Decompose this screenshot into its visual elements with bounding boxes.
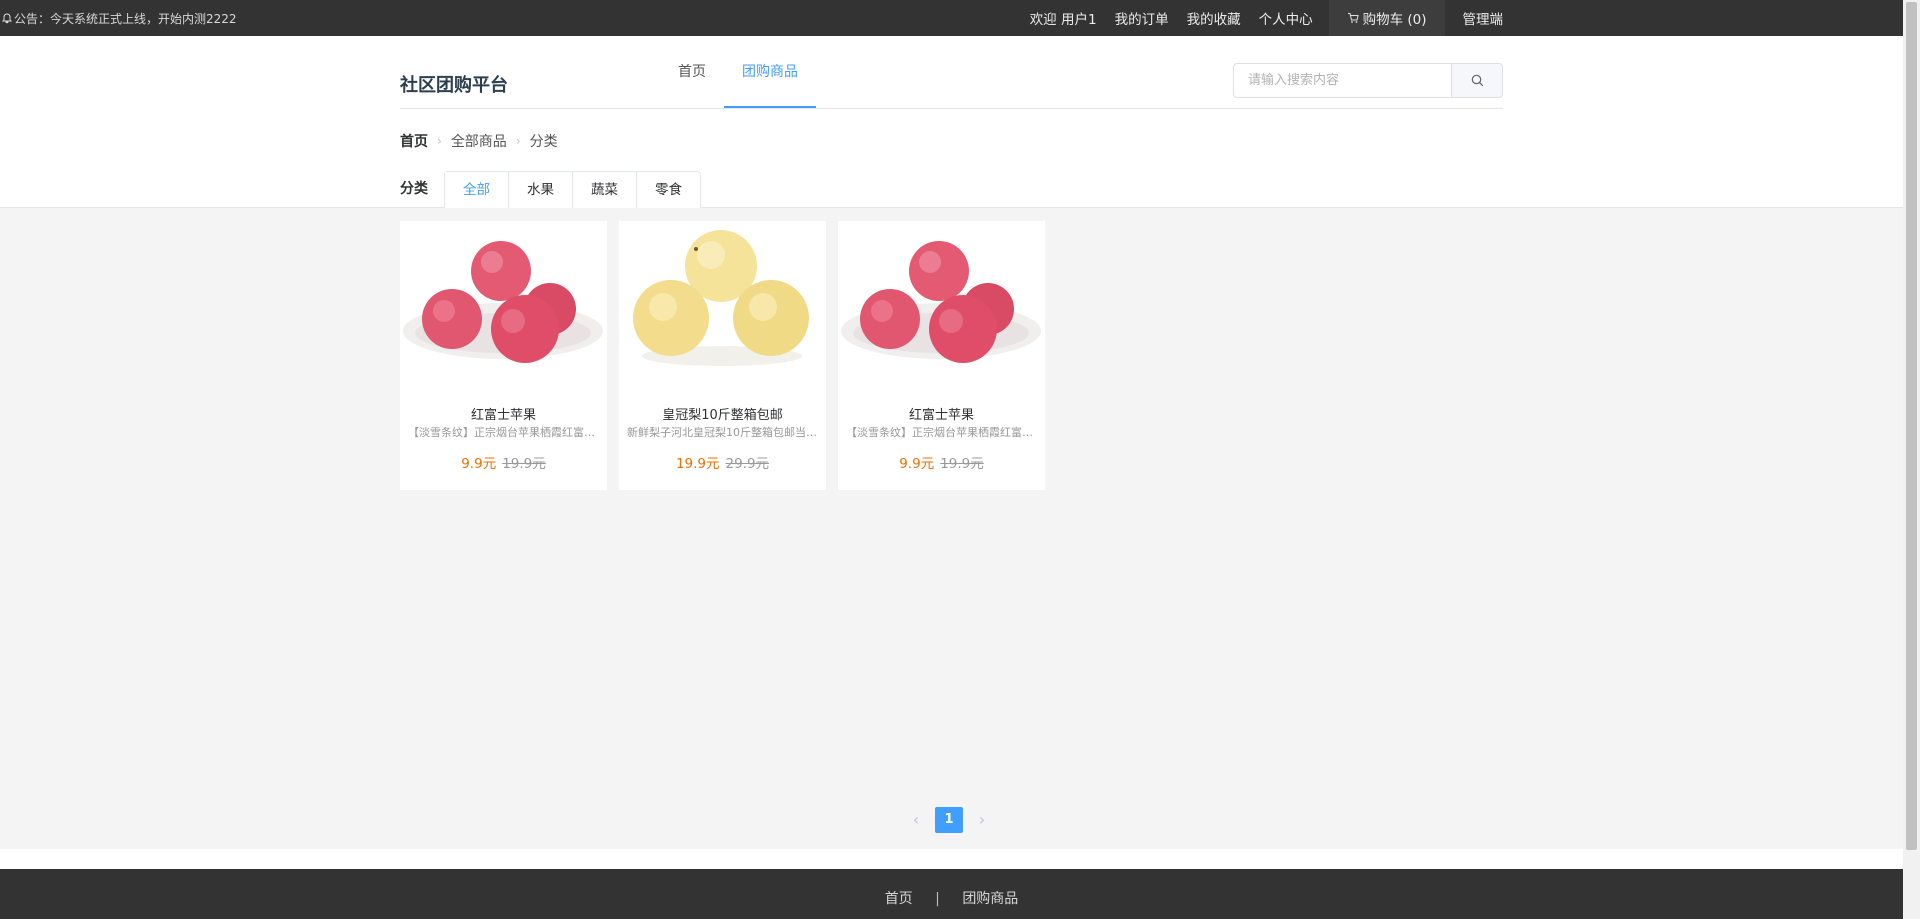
next-page-icon[interactable]: › (969, 807, 995, 833)
search-box (1233, 63, 1503, 98)
search-input[interactable] (1233, 63, 1451, 98)
tab-all[interactable]: 全部 (445, 172, 508, 208)
footer-links: 首页 | 团购商品 (0, 888, 1903, 908)
product-name: 红富士苹果 (470, 408, 536, 423)
profile-link[interactable]: 个人中心 (1259, 8, 1313, 28)
product-prices: 9.9元 19.9元 (400, 452, 607, 472)
main-nav: 首页 团购商品 (660, 36, 816, 108)
breadcrumb: 首页 › 全部商品 › 分类 (400, 131, 558, 151)
top-links: 欢迎 用户1 我的订单 我的收藏 个人中心 购物车 (0) 管理端 (1030, 0, 1503, 36)
product-price: 9.9元 (461, 456, 497, 472)
product-price: 9.9元 (899, 456, 935, 472)
product-image-apple (403, 241, 603, 363)
cart-icon (1347, 13, 1359, 23)
tab-fruit[interactable]: 水果 (508, 172, 572, 208)
chevron-right-icon: › (437, 134, 442, 148)
cart-label: 购物车 (0) (1362, 12, 1427, 28)
footer-link-group-products[interactable]: 团购商品 (962, 891, 1018, 907)
pagination: ‹ 1 › (903, 807, 995, 833)
breadcrumb-all-products[interactable]: 全部商品 (451, 131, 507, 151)
cart-button[interactable]: 购物车 (0) (1328, 0, 1445, 36)
product-name: 皇冠梨10斤整箱包邮 (662, 408, 783, 423)
product-image-apple (841, 241, 1041, 363)
product-name: 红富士苹果 (908, 408, 974, 423)
breadcrumb-category: 分类 (529, 134, 558, 150)
footer-divider: | (935, 891, 940, 907)
brand-logo[interactable]: 社区团购平台 (400, 71, 508, 97)
product-grid: 红富士苹果 【淡雪条纹】正宗烟台苹果栖霞红富士新鲜水果 9.9元 19.9元 皇冠… (400, 221, 1057, 490)
welcome-user-link[interactable]: 欢迎 用户1 (1030, 8, 1097, 28)
search-icon (1471, 74, 1483, 87)
product-old-price: 29.9元 (725, 456, 770, 472)
breadcrumb-home[interactable]: 首页 (400, 131, 428, 151)
product-image-pear (633, 230, 809, 366)
page-number[interactable]: 1 (935, 807, 963, 833)
footer: 首页 | 团购商品 (0, 869, 1903, 919)
footer-spacer (0, 849, 1903, 869)
product-desc: 【淡雪条纹】正宗烟台苹果栖霞红富士新鲜水果 (408, 426, 599, 439)
footer-link-home[interactable]: 首页 (885, 891, 913, 907)
category-tabs: 全部 水果 蔬菜 零食 (444, 171, 701, 208)
nav-home[interactable]: 首页 (660, 36, 724, 108)
category-filter: 分类 全部 水果 蔬菜 零食 (400, 171, 701, 208)
admin-link[interactable]: 管理端 (1463, 8, 1504, 28)
top-bar: 公告：今天系统正式上线，开始内测2222 欢迎 用户1 我的订单 我的收藏 个人… (0, 0, 1903, 36)
nav-group-products[interactable]: 团购商品 (724, 36, 816, 108)
scrollbar-thumb[interactable] (1906, 2, 1917, 850)
product-prices: 19.9元 29.9元 (619, 452, 826, 472)
tab-vegetable[interactable]: 蔬菜 (572, 172, 636, 208)
header: 社区团购平台 首页 团购商品 首页 › 全部商品 › 分类 分类 全部 水果 蔬… (0, 36, 1903, 208)
product-desc: 新鲜梨子河北皇冠梨10斤整箱包邮当季水果 (627, 426, 818, 439)
product-card[interactable]: 皇冠梨10斤整箱包邮 新鲜梨子河北皇冠梨10斤整箱包邮当季水果 19.9元 29.… (619, 221, 826, 490)
product-old-price: 19.9元 (502, 456, 546, 472)
product-prices: 9.9元 19.9元 (838, 452, 1045, 472)
nav-divider (400, 108, 1503, 109)
notice: 公告：今天系统正式上线，开始内测2222 (2, 10, 237, 27)
bell-icon (2, 13, 12, 24)
scrollbar[interactable] (1903, 0, 1920, 919)
product-old-price: 19.9元 (940, 456, 984, 472)
search-button[interactable] (1451, 63, 1503, 98)
product-desc: 【淡雪条纹】正宗烟台苹果栖霞红富士新鲜水果 (846, 426, 1037, 439)
my-orders-link[interactable]: 我的订单 (1115, 8, 1169, 28)
chevron-right-icon: › (515, 134, 521, 148)
category-label: 分类 (400, 181, 428, 197)
product-price: 19.9元 (675, 456, 720, 472)
my-favorites-link[interactable]: 我的收藏 (1187, 8, 1241, 28)
product-card[interactable]: 红富士苹果 【淡雪条纹】正宗烟台苹果栖霞红富士新鲜水果 9.9元 19.9元 (838, 221, 1045, 490)
notice-text: 公告：今天系统正式上线，开始内测2222 (14, 12, 237, 26)
product-card[interactable]: 红富士苹果 【淡雪条纹】正宗烟台苹果栖霞红富士新鲜水果 9.9元 19.9元 (400, 221, 607, 490)
prev-page-icon[interactable]: ‹ (903, 807, 929, 833)
tab-snack[interactable]: 零食 (636, 172, 700, 208)
